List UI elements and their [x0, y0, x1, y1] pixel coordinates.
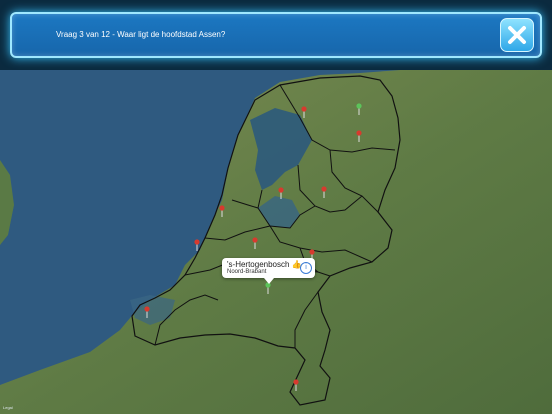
callout-tail [264, 278, 274, 284]
close-button[interactable] [500, 18, 534, 52]
info-icon[interactable]: i [300, 262, 312, 274]
question-text: Vraag 3 van 12 - Waar ligt de hoofdstad … [56, 30, 226, 39]
close-x-icon [508, 26, 526, 44]
legal-link[interactable]: Legal [3, 405, 13, 410]
city-callout[interactable]: 's-Hertogenbosch 👍 Noord-Brabant i [222, 258, 315, 278]
callout-subtitle: Noord-Brabant [227, 269, 267, 275]
callout-title: 's-Hertogenbosch 👍 [227, 260, 302, 269]
